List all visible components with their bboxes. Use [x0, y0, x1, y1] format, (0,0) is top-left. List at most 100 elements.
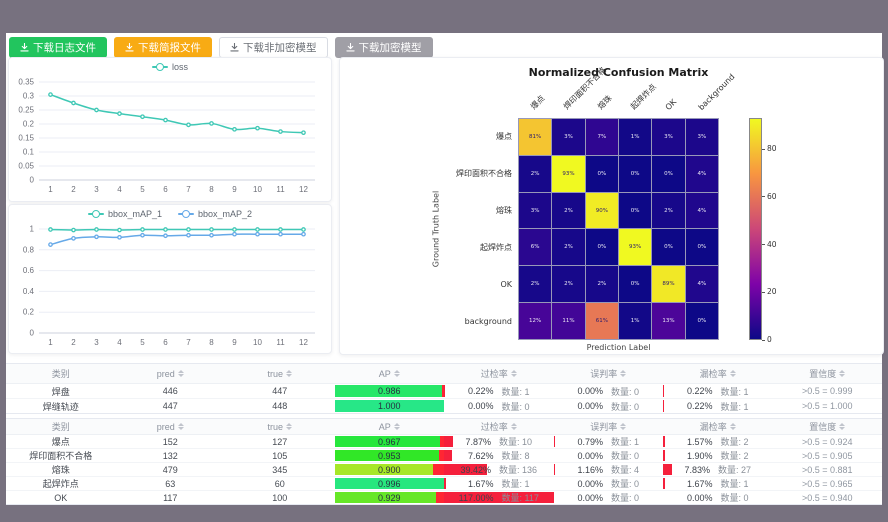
ap-value: 0.929 — [335, 491, 445, 504]
column-header-pred[interactable]: pred — [116, 419, 226, 435]
legend-item-loss[interactable]: loss — [152, 62, 188, 72]
table-row: 焊盘4464470.9860.22%数量: 10.00%数量: 00.22%数量… — [6, 384, 882, 399]
svg-text:0: 0 — [30, 329, 35, 338]
sort-icon — [511, 370, 517, 377]
column-header-过检率[interactable]: 过检率 — [444, 364, 554, 384]
confidence-value: >0.5 = 1.000 — [802, 401, 853, 411]
svg-text:10: 10 — [253, 185, 262, 194]
column-header-AP[interactable]: AP — [335, 419, 445, 435]
rate-count: 数量: 10 — [499, 435, 532, 448]
column-header-label: 误判率 — [590, 420, 617, 433]
misjudge-rate-cell: 0.00%数量: 0 — [554, 384, 664, 399]
confidence-value: >0.5 = 0.924 — [802, 437, 853, 447]
matrix-cell: 1% — [619, 303, 651, 339]
rate-percent: 0.22% — [687, 401, 713, 411]
download-icon — [20, 43, 29, 52]
page-frame: 下载日志文件下载简报文件下载非加密模型下载加密模型 loss 00.050.10… — [0, 0, 888, 522]
column-header-true[interactable]: true — [225, 364, 335, 384]
x-axis-title: Prediction Label — [518, 343, 719, 352]
matrix-row-label: background — [340, 303, 512, 340]
download-log-button[interactable]: 下载日志文件 — [9, 37, 107, 58]
matrix-cell: 1% — [619, 119, 651, 155]
pred-cell: 479 — [116, 463, 226, 477]
rate-percent: 1.90% — [687, 451, 713, 461]
rate-count: 数量: 1 — [611, 435, 639, 448]
legend-item-bbox-map-2[interactable]: bbox_mAP_2 — [178, 209, 252, 219]
rate-count: 数量: 1 — [502, 477, 530, 490]
svg-text:0.2: 0.2 — [23, 120, 35, 129]
pred-cell: 446 — [116, 384, 226, 399]
class-cell: 熔珠 — [6, 463, 116, 477]
rate-count: 数量: 1 — [721, 477, 749, 490]
over-rate-cell: 117.00%数量: 117 — [444, 491, 554, 505]
misjudge-rate-cell: 1.16%数量: 4 — [554, 463, 664, 477]
sort-icon — [286, 370, 292, 377]
rate-count: 数量: 1 — [721, 400, 749, 413]
confusion-matrix-card: Normalized Confusion Matrix Ground Truth… — [339, 57, 884, 355]
ap-cell: 0.929 — [335, 491, 445, 505]
metrics-tables: 类别predtrueAP过检率误判率漏检率置信度焊盘4464470.9860.2… — [6, 363, 882, 505]
column-header-label: AP — [379, 422, 391, 432]
colorbar-tick: 60 — [767, 193, 777, 201]
column-header-置信度[interactable]: 置信度 — [773, 364, 883, 384]
column-header-label: 置信度 — [809, 420, 836, 433]
class-cell: 焊印面积不合格 — [6, 449, 116, 463]
confidence-value: >0.5 = 0.881 — [802, 465, 853, 475]
misjudge-rate-cell: 0.00%数量: 0 — [554, 399, 664, 414]
button-label: 下载非加密模型 — [243, 40, 317, 55]
matrix-row-label: 熔珠 — [340, 192, 512, 229]
loss-chart-card: loss 00.050.10.150.20.250.30.35123456789… — [8, 57, 332, 202]
column-header-label: 误判率 — [590, 367, 617, 380]
table-row: 起焊炸点63600.9961.67%数量: 10.00%数量: 01.67%数量… — [6, 477, 882, 491]
svg-text:0.8: 0.8 — [23, 245, 35, 254]
column-header-漏检率[interactable]: 漏检率 — [663, 419, 773, 435]
column-header-置信度[interactable]: 置信度 — [773, 419, 883, 435]
colorbar-tick: 80 — [767, 145, 777, 153]
matrix-row-label: 爆点 — [340, 118, 512, 155]
pred-cell: 63 — [116, 477, 226, 491]
column-header-误判率[interactable]: 误判率 — [554, 419, 664, 435]
svg-text:3: 3 — [94, 338, 99, 347]
rate-count: 数量: 0 — [611, 477, 639, 490]
matrix-cell: 93% — [619, 229, 651, 265]
over-rate-cell: 1.67%数量: 1 — [444, 477, 554, 491]
svg-text:5: 5 — [140, 338, 145, 347]
loss-legend: loss — [9, 58, 331, 76]
class-cell: 爆点 — [6, 435, 116, 449]
matrix-cell: 81% — [519, 119, 551, 155]
table-row: 爆点1521270.9677.87%数量: 100.79%数量: 11.57%数… — [6, 435, 882, 449]
column-header-pred[interactable]: pred — [116, 364, 226, 384]
download-plain-model-button[interactable]: 下载非加密模型 — [219, 37, 328, 58]
svg-text:11: 11 — [276, 185, 285, 194]
misjudge-rate-cell: 0.00%数量: 0 — [554, 491, 664, 505]
svg-text:2: 2 — [71, 338, 76, 347]
download-report-button[interactable]: 下载简报文件 — [114, 37, 212, 58]
svg-text:3: 3 — [94, 185, 99, 194]
over-rate-cell: 7.87%数量: 10 — [444, 435, 554, 449]
over-rate-cell: 0.22%数量: 1 — [444, 384, 554, 399]
confusion-matrix-title: Normalized Confusion Matrix — [518, 66, 719, 79]
miss-rate-cell: 0.22%数量: 1 — [663, 384, 773, 399]
ap-cell: 0.953 — [335, 449, 445, 463]
sort-icon — [394, 423, 400, 430]
column-header-AP[interactable]: AP — [335, 364, 445, 384]
rate-count: 数量: 0 — [611, 400, 639, 413]
column-header-true[interactable]: true — [225, 419, 335, 435]
matrix-row-label: 焊印面积不合格 — [340, 155, 512, 192]
column-header-漏检率[interactable]: 漏检率 — [663, 364, 773, 384]
matrix-cell: 0% — [619, 193, 651, 229]
sort-icon — [178, 370, 184, 377]
column-header-label: 漏检率 — [700, 367, 727, 380]
true-cell: 100 — [225, 491, 335, 505]
column-header-label: 类别 — [52, 420, 70, 433]
svg-text:12: 12 — [299, 338, 308, 347]
confidence-cell: >0.5 = 0.940 — [773, 491, 883, 505]
ap-cell: 0.996 — [335, 477, 445, 491]
svg-text:2: 2 — [71, 185, 76, 194]
confidence-cell: >0.5 = 1.000 — [773, 399, 883, 414]
legend-item-bbox-map-1[interactable]: bbox_mAP_1 — [88, 209, 162, 219]
column-header-误判率[interactable]: 误判率 — [554, 364, 664, 384]
column-header-过检率[interactable]: 过检率 — [444, 419, 554, 435]
download-encrypted-model-button[interactable]: 下载加密模型 — [335, 37, 433, 58]
rate-percent: 0.00% — [577, 479, 603, 489]
